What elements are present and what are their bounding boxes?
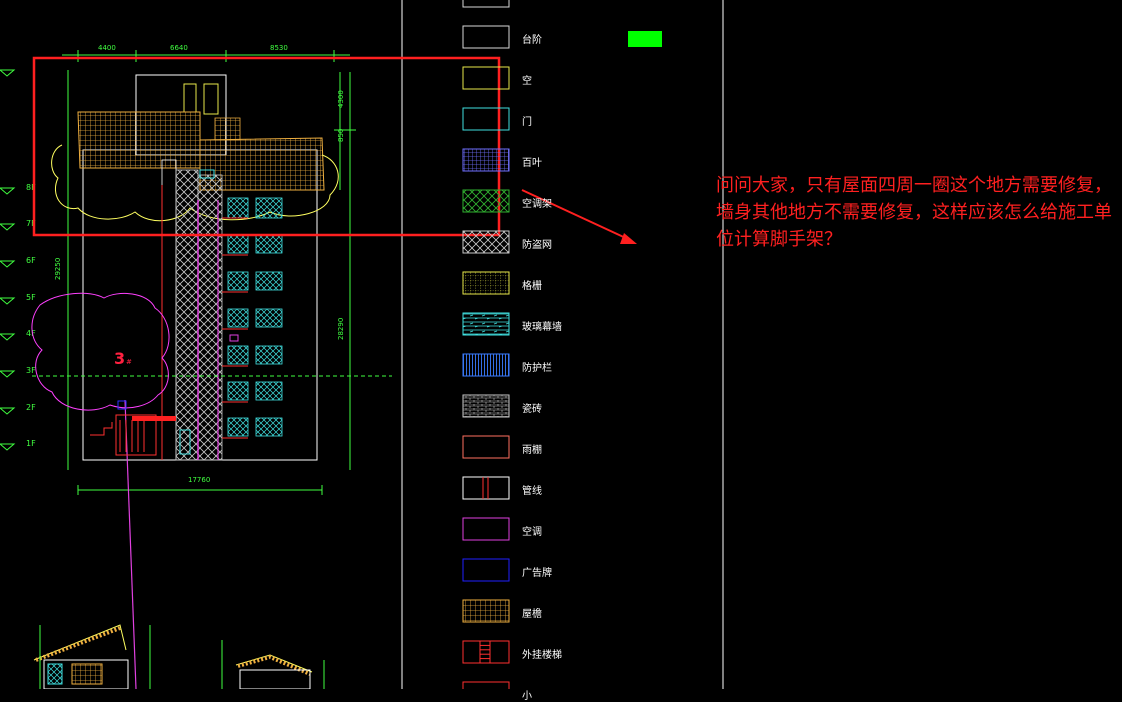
legend-swatch-7 — [462, 312, 510, 336]
legend-label-6: 格栅 — [522, 281, 542, 292]
unit-tag-suffix: # — [126, 358, 132, 366]
legend-label-14: 屋檐 — [522, 609, 542, 620]
question-annotation: 问问大家，只有屋面四周一圈这个地方需要修复，墙身其他地方不需要修复，这样应该怎么… — [716, 175, 1112, 250]
legend-swatch-5 — [462, 230, 510, 254]
dim-bottom: 17760 — [188, 476, 210, 484]
floor-label-5f: 5F — [26, 293, 36, 302]
roof-left — [77, 111, 201, 169]
window-grid — [227, 197, 283, 437]
legend-label-15: 外挂楼梯 — [522, 650, 562, 661]
legend-label-1: 空 — [522, 76, 532, 87]
legend-label-7: 玻璃幕墙 — [522, 322, 562, 333]
legend-label-13: 广告牌 — [522, 568, 552, 579]
legend-label-0: 台阶 — [522, 35, 542, 46]
legend-swatch-8 — [462, 353, 510, 377]
legend-swatch-16 — [462, 681, 510, 689]
legend-swatch-13 — [462, 558, 510, 582]
legend-swatch-2 — [462, 107, 510, 131]
dim-right-3: 28290 — [337, 318, 345, 340]
cad-canvas[interactable]: 4400 6640 8530 29250 4300 850 28290 1776… — [0, 0, 1122, 689]
legend-label-5: 防盗网 — [522, 240, 552, 251]
legend-label-11: 管线 — [522, 486, 542, 497]
legend-swatch-15 — [462, 640, 510, 664]
legend-swatch-12 — [462, 517, 510, 541]
legend-swatch-3 — [462, 148, 510, 172]
legend-label-3: 百叶 — [522, 158, 542, 169]
floor-label-3f: 3F — [26, 366, 36, 375]
dim-top-1: 4400 — [98, 44, 116, 52]
dim-left-1: 29250 — [54, 258, 62, 280]
floor-label-6f: 6F — [26, 256, 36, 265]
legend-label-9: 瓷砖 — [522, 404, 542, 415]
unit-tag: 3 — [114, 349, 125, 368]
tree-magenta — [31, 292, 170, 411]
legend-label-12: 空调 — [522, 527, 542, 538]
floor-label-1f: 1F — [26, 439, 36, 448]
legend-swatch-4 — [462, 189, 510, 213]
legend-swatch-14 — [462, 599, 510, 623]
legend-label-10: 雨棚 — [522, 445, 542, 456]
floor-label-4f: 4F — [26, 329, 36, 338]
legend-label-16: 小 — [522, 691, 532, 702]
legend-label-8: 防护栏 — [522, 363, 552, 374]
legend-swatch-9 — [462, 394, 510, 418]
elevation-drawing: 4400 6640 8530 29250 4300 850 28290 1776… — [0, 44, 392, 689]
floor-label-2f: 2F — [26, 403, 36, 412]
color-swatch — [628, 31, 662, 47]
legend-label-4: 空调架 — [522, 199, 552, 210]
legend-swatch-0 — [462, 25, 510, 49]
dim-top-3: 8530 — [270, 44, 288, 52]
legend-swatch-10 — [462, 435, 510, 459]
dim-top-2: 6640 — [170, 44, 188, 52]
legend-swatch-6 — [462, 271, 510, 295]
legend-swatch-11 — [462, 476, 510, 500]
dim-right-2: 850 — [337, 129, 345, 142]
legend-swatch-1 — [462, 66, 510, 90]
legend-swatches — [462, 0, 510, 689]
legend-label-2: 门 — [522, 117, 532, 128]
dim-right-1: 4300 — [337, 90, 345, 108]
security-grille-column — [175, 169, 199, 461]
